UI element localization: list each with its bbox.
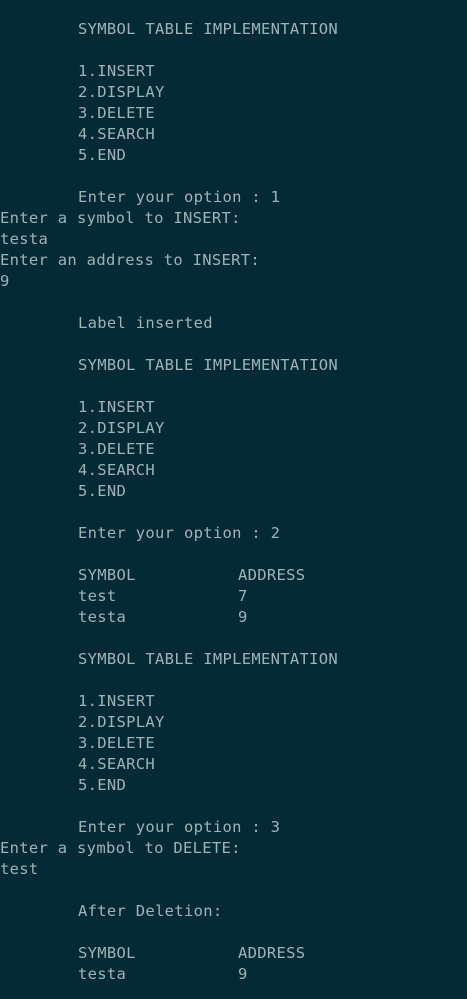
terminal-line: testa 9 — [0, 607, 467, 628]
terminal-line: SYMBOL TABLE IMPLEMENTATION — [0, 19, 467, 40]
terminal-line: Label inserted — [0, 313, 467, 334]
terminal-line: 1.INSERT — [0, 61, 467, 82]
terminal-line: 2.DISPLAY — [0, 82, 467, 103]
terminal-line-text: Enter a symbol to INSERT: — [0, 209, 241, 227]
terminal-line-text: 5.END — [78, 146, 127, 164]
terminal-line-text: 1.INSERT — [78, 398, 156, 416]
terminal-line: 5.END — [0, 481, 467, 502]
terminal-line-text: 5.END — [78, 776, 127, 794]
terminal-line-text: test — [0, 860, 39, 878]
terminal-line-text: Enter your option : 1 — [78, 188, 281, 206]
terminal-line: 1.INSERT — [0, 691, 467, 712]
terminal-line-text: SYMBOL TABLE IMPLEMENTATION — [78, 356, 339, 374]
terminal-line: 9 — [0, 271, 467, 292]
terminal-line: 2.DISPLAY — [0, 418, 467, 439]
terminal-line: SYMBOL ADDRESS — [0, 565, 467, 586]
terminal-line-text: 3.DELETE — [78, 440, 156, 458]
terminal-line: 2.DISPLAY — [0, 712, 467, 733]
terminal-line-text: 2.DISPLAY — [78, 83, 165, 101]
terminal-line: 4.SEARCH — [0, 124, 467, 145]
terminal-line-text: test — [78, 587, 117, 605]
terminal-line-text: 4.SEARCH — [78, 125, 156, 143]
terminal-line-text: testa — [78, 608, 127, 626]
terminal-line: Enter a symbol to DELETE: — [0, 838, 467, 859]
terminal-line-text: 3.DELETE — [78, 104, 156, 122]
terminal-line-text: 4.SEARCH — [78, 755, 156, 773]
terminal-column-address: ADDRESS — [238, 944, 306, 962]
terminal-line-text: SYMBOL TABLE IMPLEMENTATION — [78, 650, 339, 668]
terminal-line-text: 2.DISPLAY — [78, 713, 165, 731]
terminal-line: test — [0, 859, 467, 880]
terminal-line-text: Label inserted — [78, 314, 213, 332]
terminal-line-text: After Deletion: — [78, 902, 223, 920]
terminal-line: SYMBOL TABLE IMPLEMENTATION — [0, 649, 467, 670]
terminal-output[interactable]: SYMBOL TABLE IMPLEMENTATION 1.INSERT 2.DIS… — [0, 0, 467, 999]
terminal-line: SYMBOL ADDRESS — [0, 943, 467, 964]
terminal-line: 5.END — [0, 145, 467, 166]
terminal-line-text: 1.INSERT — [78, 692, 156, 710]
terminal-line-text: testa — [0, 230, 49, 248]
terminal-line: Enter a symbol to INSERT: — [0, 208, 467, 229]
terminal-line: testa — [0, 229, 467, 250]
terminal-line-text: 9 — [0, 272, 10, 290]
terminal-line-text: SYMBOL — [78, 566, 136, 584]
terminal-line: Enter an address to INSERT: — [0, 250, 467, 271]
terminal-line: testa 9 — [0, 964, 467, 985]
terminal-column-address: 9 — [238, 965, 248, 983]
terminal-line: 3.DELETE — [0, 439, 467, 460]
terminal-line: test 7 — [0, 586, 467, 607]
terminal-line-text: SYMBOL — [78, 944, 136, 962]
terminal-line: SYMBOL TABLE IMPLEMENTATION — [0, 355, 467, 376]
terminal-line-text: 4.SEARCH — [78, 461, 156, 479]
terminal-line-text: 3.DELETE — [78, 734, 156, 752]
terminal-line: 3.DELETE — [0, 733, 467, 754]
terminal-line-text: Enter your option : 3 — [78, 818, 281, 836]
terminal-line: 1.INSERT — [0, 397, 467, 418]
terminal-column-address: 7 — [238, 587, 248, 605]
terminal-column-address: ADDRESS — [238, 566, 306, 584]
terminal-line-text: testa — [78, 965, 127, 983]
terminal-line: 4.SEARCH — [0, 460, 467, 481]
terminal-line-text: Enter an address to INSERT: — [0, 251, 261, 269]
terminal-line: 4.SEARCH — [0, 754, 467, 775]
terminal-line: Enter your option : 2 — [0, 523, 467, 544]
terminal-line: Enter your option : 3 — [0, 817, 467, 838]
terminal-line-text: 1.INSERT — [78, 62, 156, 80]
terminal-line-text: SYMBOL TABLE IMPLEMENTATION — [78, 20, 339, 38]
terminal-line-text: 2.DISPLAY — [78, 419, 165, 437]
terminal-line-text: Enter a symbol to DELETE: — [0, 839, 241, 857]
terminal-line: After Deletion: — [0, 901, 467, 922]
terminal-line: Enter your option : 1 — [0, 187, 467, 208]
terminal-line: 5.END — [0, 775, 467, 796]
terminal-line-text: Enter your option : 2 — [78, 524, 281, 542]
terminal-column-address: 9 — [238, 608, 248, 626]
terminal-line-text: 5.END — [78, 482, 127, 500]
terminal-line: 3.DELETE — [0, 103, 467, 124]
